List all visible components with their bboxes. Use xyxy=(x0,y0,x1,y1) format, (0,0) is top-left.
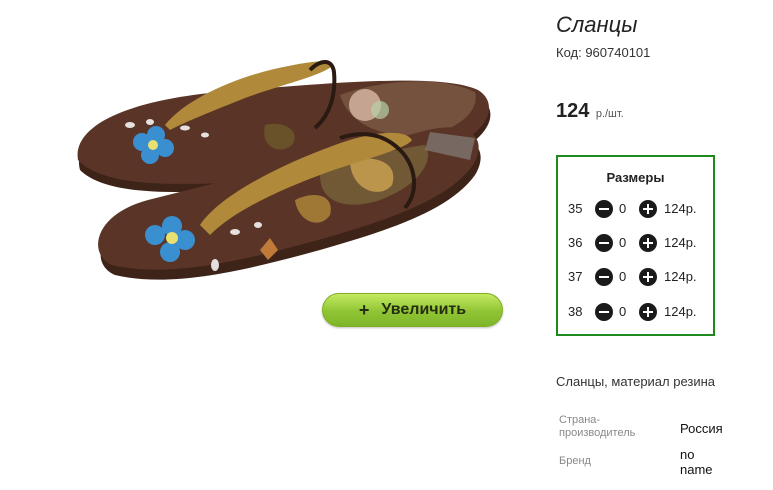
size-price: 124р. xyxy=(664,201,697,216)
quantity-value: 0 xyxy=(619,201,627,216)
size-price: 124р. xyxy=(664,269,697,284)
increase-quantity-button[interactable] xyxy=(639,303,657,321)
increase-quantity-button[interactable] xyxy=(639,268,657,286)
size-row: 38 0 124р. xyxy=(558,302,713,322)
attribute-label-brand: Бренд xyxy=(559,455,591,467)
size-value: 38 xyxy=(568,304,583,319)
size-price: 124р. xyxy=(664,235,697,250)
product-title: Сланцы xyxy=(556,12,638,37)
product-image[interactable] xyxy=(20,10,532,340)
product-description: Сланцы, материал резина xyxy=(556,374,716,389)
decrease-quantity-button[interactable] xyxy=(595,234,613,252)
sizes-panel: Размеры 35 0 124р. 36 0 124р. 37 0 124р.… xyxy=(556,155,715,336)
size-row: 35 0 124р. xyxy=(558,199,713,219)
zoom-button-label: Увеличить xyxy=(381,301,467,318)
attribute-value-brand: no name xyxy=(680,447,713,477)
size-value: 35 xyxy=(568,201,583,216)
attribute-value-country: Россия xyxy=(680,421,723,436)
increase-quantity-button[interactable] xyxy=(639,234,657,252)
quantity-value: 0 xyxy=(619,304,627,319)
size-row: 36 0 124р. xyxy=(558,233,713,253)
quantity-value: 0 xyxy=(619,235,627,250)
price-amount: 124 xyxy=(556,100,590,122)
price-unit: р./шт. xyxy=(595,108,624,120)
size-row: 37 0 124р. xyxy=(558,267,713,287)
plus-icon: + xyxy=(358,299,370,320)
attribute-label-country: Страна-производитель xyxy=(559,414,636,439)
product-price: 124 р./шт. xyxy=(556,100,624,123)
decrease-quantity-button[interactable] xyxy=(595,303,613,321)
size-value: 36 xyxy=(568,235,583,250)
decrease-quantity-button[interactable] xyxy=(595,200,613,218)
size-value: 37 xyxy=(568,269,583,284)
increase-quantity-button[interactable] xyxy=(639,200,657,218)
size-price: 124р. xyxy=(664,304,697,319)
flip-flops-image xyxy=(77,60,491,280)
product-code: Код: 960740101 xyxy=(556,45,651,60)
decrease-quantity-button[interactable] xyxy=(595,268,613,286)
sizes-title: Размеры xyxy=(606,170,665,185)
zoom-button[interactable]: + Увеличить xyxy=(322,293,503,327)
quantity-value: 0 xyxy=(619,269,627,284)
